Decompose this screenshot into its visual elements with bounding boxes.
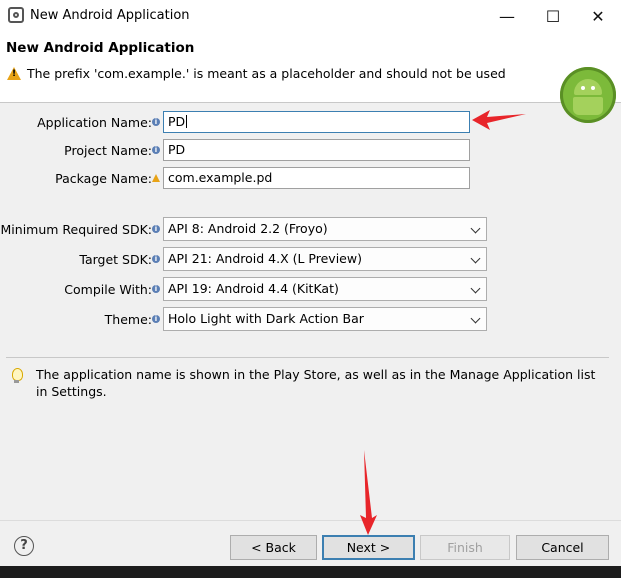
application-name-label: Application Name:	[37, 115, 152, 130]
footer-divider	[0, 520, 621, 521]
text-caret	[186, 115, 188, 128]
info-icon: i	[152, 285, 160, 293]
info-icon: i	[152, 255, 160, 263]
package-name-label: Package Name:	[55, 171, 152, 186]
eclipse-app-icon	[8, 7, 24, 23]
theme-select[interactable]: Holo Light with Dark Action Bar	[163, 307, 487, 331]
package-name-input[interactable]: com.example.pd	[163, 167, 470, 189]
chevron-down-icon	[470, 283, 481, 294]
min-sdk-label: Minimum Required SDK:	[0, 222, 152, 237]
warning-icon	[7, 67, 21, 80]
android-logo-icon	[560, 67, 616, 123]
maximize-button[interactable]: ☐	[530, 0, 576, 32]
back-button[interactable]: < Back	[230, 535, 317, 560]
separator	[6, 357, 609, 358]
red-arrow-pointing-down	[360, 450, 377, 535]
cancel-button[interactable]: Cancel	[516, 535, 609, 560]
next-button[interactable]: Next >	[322, 535, 415, 560]
application-name-input[interactable]: PD	[163, 111, 470, 133]
theme-label: Theme:	[104, 312, 152, 327]
lightbulb-icon	[12, 368, 23, 383]
close-button[interactable]: ✕	[575, 0, 621, 32]
info-icon: i	[152, 225, 160, 233]
page-title: New Android Application	[6, 40, 195, 56]
info-icon: i	[152, 146, 160, 154]
hint-text: The application name is shown in the Pla…	[36, 367, 596, 399]
red-arrow-pointing-left	[472, 110, 526, 130]
window-title: New Android Application	[30, 8, 190, 23]
warning-icon	[152, 174, 160, 182]
header-warning-message: The prefix 'com.example.' is meant as a …	[27, 66, 506, 81]
chevron-down-icon	[470, 313, 481, 324]
target-sdk-label: Target SDK:	[79, 252, 152, 267]
target-sdk-select[interactable]: API 21: Android 4.X (L Preview)	[163, 247, 487, 271]
info-icon: i	[152, 315, 160, 323]
info-icon: i	[152, 118, 160, 126]
help-icon[interactable]: ?	[14, 536, 34, 556]
background-console-strip	[0, 566, 621, 578]
title-bar: New Android Application — ☐ ✕	[0, 0, 621, 33]
finish-button: Finish	[420, 535, 510, 560]
wizard-header: New Android Application The prefix 'com.…	[0, 32, 621, 123]
chevron-down-icon	[470, 223, 481, 234]
chevron-down-icon	[470, 253, 481, 264]
project-name-label: Project Name:	[64, 143, 152, 158]
minimize-button[interactable]: —	[484, 0, 530, 32]
compile-with-select[interactable]: API 19: Android 4.4 (KitKat)	[163, 277, 487, 301]
min-sdk-select[interactable]: API 8: Android 2.2 (Froyo)	[163, 217, 487, 241]
compile-with-label: Compile With:	[64, 282, 152, 297]
project-name-input[interactable]: PD	[163, 139, 470, 161]
